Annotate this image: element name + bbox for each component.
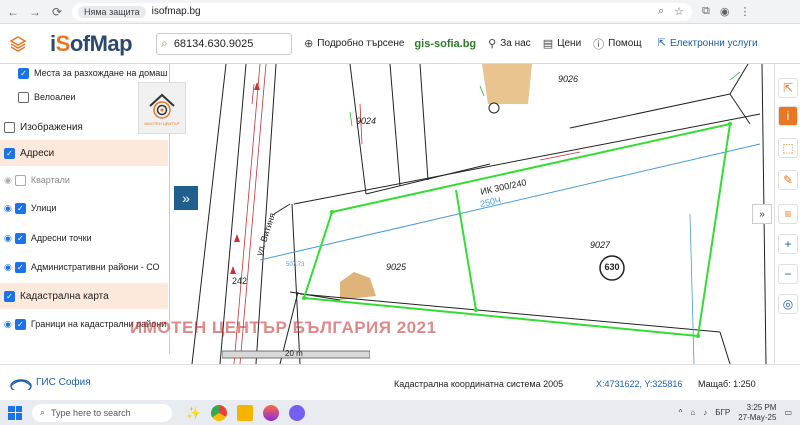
layer-admin-districts[interactable]: ◉ ✓ Административни райони - СО: [0, 254, 168, 280]
parcel-label: 9025: [386, 262, 407, 272]
checkbox[interactable]: ✓: [14, 261, 26, 273]
checkbox[interactable]: ✓: [14, 318, 26, 330]
eye-icon[interactable]: ◉: [4, 203, 12, 214]
zoom-out-icon[interactable]: −: [778, 264, 798, 284]
layer-cadastral-map[interactable]: ✓ Кадастрална карта: [0, 283, 168, 309]
building-shape: [482, 64, 532, 104]
folder-icon[interactable]: [236, 404, 253, 421]
gis-sofia-link[interactable]: gis-sofia.bg: [414, 38, 476, 50]
layer-quarters[interactable]: ◉ Квартали: [0, 167, 168, 193]
eservices-link[interactable]: ⇱ Електронни услуги: [658, 38, 758, 49]
parcel-label: 9026: [558, 74, 579, 84]
checkbox[interactable]: [14, 174, 26, 186]
checkbox[interactable]: ✓: [4, 290, 15, 302]
tray-chevron-icon[interactable]: ^: [679, 408, 683, 417]
select-area-icon[interactable]: ⬚: [778, 138, 798, 158]
bookmark-star-icon[interactable]: ☆: [674, 5, 684, 18]
clock[interactable]: 3:25 PM 27-May-25: [738, 403, 776, 423]
isofmap-logo[interactable]: i SofMap: [50, 31, 133, 57]
expand-panel-button[interactable]: »: [174, 186, 198, 210]
parcel-label: 9027: [590, 240, 611, 250]
share-icon[interactable]: ⇱: [778, 78, 798, 98]
language-indicator[interactable]: БГР: [715, 408, 730, 417]
search-input[interactable]: ⌕ 68134.630.9025: [156, 32, 293, 55]
windows-taskbar: ⌕ Type here to search ✨ ^ ⌂ ♪ БГР 3:25 P…: [0, 400, 800, 425]
parcel-number: 630: [604, 262, 620, 272]
zoom-in-icon[interactable]: +: [778, 234, 798, 254]
parcel-label: 9024: [356, 116, 377, 126]
volume-icon[interactable]: ♪: [703, 408, 707, 417]
checkbox[interactable]: [18, 91, 29, 103]
layer-addresses[interactable]: ✓ Адреси: [0, 140, 168, 166]
notification-icon[interactable]: ▭: [784, 408, 792, 417]
taskbar-search[interactable]: ⌕ Type here to search: [32, 403, 172, 422]
network-icon[interactable]: ⌂: [690, 408, 695, 417]
info-icon[interactable]: i: [778, 106, 798, 126]
about-link[interactable]: ⚲ За нас: [488, 37, 531, 50]
agency-logo: ИМОТЕН ЦЕНТЪР: [138, 82, 186, 134]
cursor-coordinates: X:4731622, Y:325816: [596, 379, 683, 389]
layers-stack-icon[interactable]: ≡: [778, 204, 798, 224]
menu-icon[interactable]: ⋮: [739, 5, 750, 18]
checkbox[interactable]: ✓: [14, 202, 26, 214]
address-bar[interactable]: Няма защита isofmap.bg ⌕ ☆: [72, 2, 692, 21]
external-link-icon: ⇱: [657, 38, 666, 49]
app-header: i SofMap ⌕ 68134.630.9025 ⊕ Подробно търс…: [0, 24, 800, 64]
extensions-icon[interactable]: ⧉: [702, 5, 710, 18]
layers-icon[interactable]: [0, 24, 36, 64]
checkbox[interactable]: ✓: [14, 232, 26, 244]
globe-icon: [10, 378, 32, 390]
viber-icon[interactable]: [288, 404, 305, 421]
sparkle-icon[interactable]: ✨: [186, 406, 201, 420]
search-icon: ⌕: [161, 36, 168, 50]
coord-system: Кадастрална координатна система 2005: [394, 379, 564, 389]
building-shape: [340, 272, 376, 300]
profile-icon[interactable]: ◉: [720, 5, 730, 18]
reload-icon[interactable]: ⟳: [48, 3, 66, 21]
zoom-search-icon: ⊕: [304, 38, 314, 50]
locate-icon[interactable]: ◎: [778, 294, 798, 314]
search-icon: ⌕: [40, 407, 46, 417]
prices-link[interactable]: ▤ Цени: [543, 37, 581, 50]
collapse-toolbar-button[interactable]: »: [752, 204, 772, 224]
windows-start-icon[interactable]: [8, 405, 22, 420]
measure-icon[interactable]: ✎: [778, 170, 798, 190]
eye-icon[interactable]: ◉: [4, 175, 12, 186]
chrome-icon[interactable]: [210, 404, 227, 421]
advanced-search-link[interactable]: ⊕ Подробно търсене: [304, 37, 404, 50]
help-link[interactable]: ⓘ Помощ: [593, 36, 641, 52]
scale-bar-label: 20 m: [285, 349, 303, 358]
selected-parcel: [302, 122, 732, 338]
layer-address-points[interactable]: ◉ ✓ Адресни точки: [0, 225, 168, 251]
zoom-icon[interactable]: ⌕: [658, 5, 664, 18]
eye-icon[interactable]: ◉: [4, 233, 12, 244]
url-text: isofmap.bg: [151, 6, 201, 17]
back-icon[interactable]: ←: [4, 3, 22, 21]
eye-icon[interactable]: ◉: [4, 262, 12, 273]
parcel-label: 242: [232, 276, 248, 286]
browser-toolbar: ← → ⟳ Няма защита isofmap.bg ⌕ ☆ ⧉ ◉ ⋮: [0, 0, 800, 24]
app-drop-icon[interactable]: [262, 404, 279, 421]
watermark-banner: ИМОТЕН ЦЕНТЪР БЪЛГАРИЯ 2021: [130, 318, 437, 337]
checkbox[interactable]: ✓: [18, 67, 29, 79]
map-scale: Мащаб: 1:250: [698, 379, 756, 389]
house-target-icon: [149, 93, 175, 119]
help-icon: ⓘ: [593, 38, 605, 51]
point-label: 507.73: [286, 262, 305, 268]
security-badge[interactable]: Няма защита: [78, 5, 146, 18]
gis-sofia-logo[interactable]: ГИС София: [10, 376, 91, 390]
checkbox[interactable]: ✓: [4, 147, 15, 159]
forward-icon[interactable]: →: [26, 3, 44, 21]
map-toolbar: ⇱ i ⬚ ✎ ≡ + − ◎: [774, 64, 800, 364]
layer-streets[interactable]: ◉ ✓ Улици: [0, 195, 168, 221]
checkbox[interactable]: [4, 121, 15, 133]
location-pin-icon: ⚲: [488, 38, 497, 50]
eye-icon[interactable]: ◉: [4, 319, 12, 330]
status-bar: ГИС София Кадастрална координатна систем…: [0, 364, 800, 400]
prices-icon: ▤: [542, 38, 554, 50]
